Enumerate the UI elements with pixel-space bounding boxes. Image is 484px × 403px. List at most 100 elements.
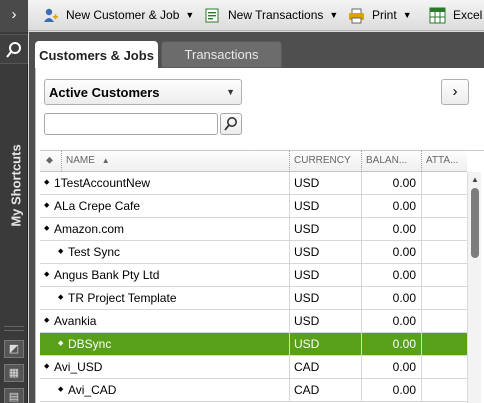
customer-name: Test Sync xyxy=(68,245,121,259)
row-bullet-icon: ◆ xyxy=(44,178,50,186)
row-bullet-icon: ◆ xyxy=(44,201,50,209)
column-header-name[interactable]: NAME ▲ xyxy=(62,151,290,172)
attachments-cell xyxy=(422,241,467,264)
chevron-right-icon: › xyxy=(11,6,17,23)
customer-name: 1TestAccountNew xyxy=(54,176,151,190)
currency-cell: USD xyxy=(290,264,362,287)
currency-cell: USD xyxy=(290,172,362,195)
balance-cell: 0.00 xyxy=(362,287,422,310)
new-transactions-button[interactable]: New Transactions ▼ xyxy=(204,5,338,25)
customer-filter-dropdown[interactable]: Active Customers ▼ xyxy=(44,79,242,105)
info-button[interactable]: ▤ xyxy=(4,388,24,403)
row-bullet-icon: ◆ xyxy=(44,270,50,278)
customer-name-cell: ◆ DBSync xyxy=(44,333,290,356)
print-label: Print xyxy=(372,8,397,22)
printer-icon xyxy=(348,7,365,24)
balance-cell: 0.00 xyxy=(362,379,422,402)
expand-panel-button[interactable]: › xyxy=(441,79,469,105)
row-bullet-icon: ◆ xyxy=(58,385,64,393)
balance-cell: 0.00 xyxy=(362,333,422,356)
customer-list-content: Active Customers ▼ › ⬥ NAME ▲ CURRENCY B… xyxy=(35,68,484,403)
customer-name-cell: ◆ TR Project Template xyxy=(44,287,290,310)
row-bullet-icon: ◆ xyxy=(58,293,64,301)
chevron-right-icon: › xyxy=(452,83,458,100)
balance-cell: 0.00 xyxy=(362,172,422,195)
column-header-currency[interactable]: CURRENCY xyxy=(290,151,362,172)
attachments-cell xyxy=(422,356,467,379)
table-row[interactable]: ◆ Angus Bank Pty Ltd USD 0.00 xyxy=(40,264,467,287)
customer-name-cell: ◆ ALa Crepe Cafe xyxy=(44,195,290,218)
currency-cell: USD xyxy=(290,218,362,241)
customer-name: TR Project Template xyxy=(68,291,177,305)
customer-name-cell: ◆ Avankia xyxy=(44,310,290,333)
table-row[interactable]: ◆ Avi_USD CAD 0.00 xyxy=(40,356,467,379)
info-icon: ▤ xyxy=(8,391,20,403)
currency-cell: CAD xyxy=(290,356,362,379)
customer-name: Amazon.com xyxy=(54,222,125,236)
open-window-button[interactable]: ◩ xyxy=(4,340,24,358)
excel-button[interactable]: Excel xyxy=(429,5,482,25)
currency-cell: CAD xyxy=(290,379,362,402)
new-customer-job-button[interactable]: New Customer & Job ▼ xyxy=(42,5,194,25)
my-shortcuts-label[interactable]: My Shortcuts xyxy=(3,130,25,250)
shortcuts-bar: › My Shortcuts ◩ ▦ ▤ xyxy=(0,0,28,403)
expand-shortcuts-button[interactable]: › xyxy=(0,0,28,32)
customer-name-cell: ◆ Avi_CAD xyxy=(44,379,290,402)
customer-name-cell: ◆ Angus Bank Pty Ltd xyxy=(44,264,290,287)
new-customer-icon xyxy=(42,7,59,24)
currency-cell: USD xyxy=(290,287,362,310)
table-row[interactable]: ◆ Amazon.com USD 0.00 xyxy=(40,218,467,241)
chevron-down-icon[interactable]: ▼ xyxy=(185,10,194,20)
shortcuts-search-button[interactable] xyxy=(0,34,28,64)
currency-cell: USD xyxy=(290,195,362,218)
search-icon xyxy=(224,117,237,131)
toolbar: New Customer & Job ▼ New Transactions ▼ … xyxy=(0,0,484,31)
table-row[interactable]: ◆ Avi_CAD CAD 0.00 xyxy=(40,379,467,402)
tab-customers-jobs[interactable]: Customers & Jobs xyxy=(35,41,158,69)
balance-cell: 0.00 xyxy=(362,218,422,241)
table-row[interactable]: ◆ Avankia USD 0.00 xyxy=(40,310,467,333)
grid-view-button[interactable]: ▦ xyxy=(4,364,24,382)
chevron-down-icon[interactable]: ▼ xyxy=(403,10,412,20)
attachments-cell xyxy=(422,218,467,241)
attachments-cell xyxy=(422,287,467,310)
balance-cell: 0.00 xyxy=(362,310,422,333)
customer-name-cell: ◆ Test Sync xyxy=(44,241,290,264)
search-input[interactable] xyxy=(44,113,218,135)
table-header: ⬥ NAME ▲ CURRENCY BALAN... ATTA... xyxy=(40,151,467,172)
currency-cell: USD xyxy=(290,333,362,356)
currency-cell: USD xyxy=(290,241,362,264)
currency-cell: USD xyxy=(290,310,362,333)
grid-icon: ▦ xyxy=(8,367,20,379)
chevron-down-icon[interactable]: ▼ xyxy=(329,10,338,20)
table-row[interactable]: ◆ TR Project Template USD 0.00 xyxy=(40,287,467,310)
column-header-balance[interactable]: BALAN... xyxy=(362,151,422,172)
search-button[interactable] xyxy=(220,113,242,135)
row-bullet-icon: ◆ xyxy=(44,224,50,232)
row-bullet-icon: ◆ xyxy=(44,362,50,370)
attachments-cell xyxy=(422,264,467,287)
excel-icon xyxy=(429,7,446,24)
attachments-cell xyxy=(422,172,467,195)
scroll-up-icon[interactable]: ▲ xyxy=(468,175,482,185)
column-options-icon[interactable]: ⬥ xyxy=(40,151,62,172)
resize-grip[interactable] xyxy=(4,326,24,331)
customer-name: Avi_USD xyxy=(54,360,103,374)
column-header-attachments[interactable]: ATTA... xyxy=(422,151,467,172)
attachments-cell xyxy=(422,195,467,218)
table-row[interactable]: ◆ Test Sync USD 0.00 xyxy=(40,241,467,264)
search-icon xyxy=(6,42,21,58)
customer-name: Avi_CAD xyxy=(68,383,117,397)
window-icon: ◩ xyxy=(8,343,20,355)
scrollbar-thumb[interactable] xyxy=(471,188,479,258)
customer-name-cell: ◆ Avi_USD xyxy=(44,356,290,379)
print-button[interactable]: Print ▼ xyxy=(348,5,412,25)
customer-table: ⬥ NAME ▲ CURRENCY BALAN... ATTA... ◆ 1Tes… xyxy=(40,150,484,403)
vertical-scrollbar[interactable]: ▲ xyxy=(467,172,481,403)
table-row[interactable]: ◆ DBSync USD 0.00 xyxy=(40,333,467,356)
attachments-cell xyxy=(422,333,467,356)
balance-cell: 0.00 xyxy=(362,356,422,379)
tab-transactions[interactable]: Transactions xyxy=(161,41,282,68)
table-row[interactable]: ◆ 1TestAccountNew USD 0.00 xyxy=(40,172,467,195)
table-row[interactable]: ◆ ALa Crepe Cafe USD 0.00 xyxy=(40,195,467,218)
